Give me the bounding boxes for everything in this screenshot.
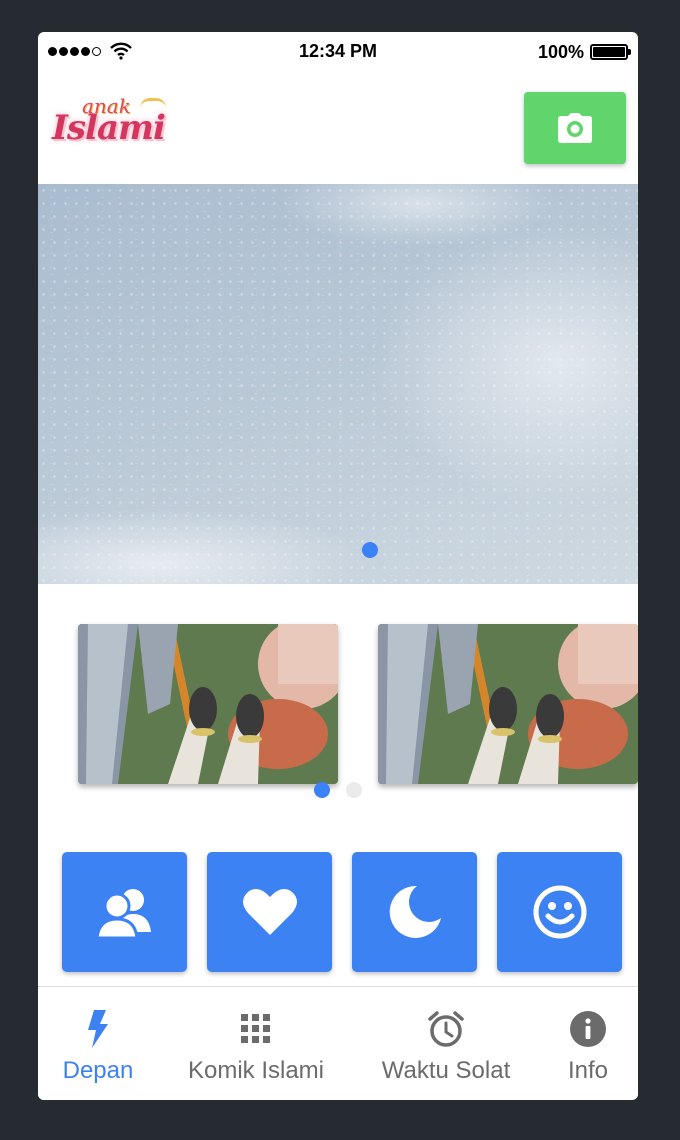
page-dot[interactable]: [346, 782, 362, 798]
camera-icon: [558, 113, 592, 143]
tab-waktu-solat[interactable]: Waktu Solat: [366, 987, 526, 1100]
moon-icon: [389, 885, 441, 938]
tab-depan-label: Depan: [62, 1057, 134, 1084]
hero-page-indicator: [362, 542, 378, 558]
tile-smiley[interactable]: [497, 852, 622, 972]
camera-button[interactable]: [524, 92, 626, 164]
tile-heart[interactable]: [207, 852, 332, 972]
page-dot-active[interactable]: [314, 782, 330, 798]
thumbnail-card[interactable]: [378, 624, 638, 784]
grid-icon: [236, 1009, 276, 1049]
tab-waktu-solat-label: Waktu Solat: [381, 1057, 511, 1084]
hero-banner[interactable]: [38, 184, 638, 584]
quick-actions: [38, 852, 638, 992]
tab-depan[interactable]: Depan: [48, 987, 148, 1100]
thumbnail-page-indicator: [314, 782, 362, 798]
thumbnail-carousel[interactable]: [38, 584, 638, 834]
heart-icon: [242, 888, 297, 935]
users-icon: [94, 889, 151, 938]
tile-users[interactable]: [62, 852, 187, 972]
feet-over-city-image: [78, 624, 338, 784]
app-header: anak Islami: [38, 72, 638, 184]
tab-info-label: Info: [567, 1057, 609, 1084]
battery-icon: [590, 44, 631, 60]
battery-percent: 100%: [537, 42, 584, 62]
lightning-icon: [78, 1009, 118, 1049]
tab-info[interactable]: Info: [548, 987, 628, 1100]
phone-screen: 12:34 PM 100% anak Islami Depan Komik Is…: [38, 32, 638, 1100]
feet-over-city-image: [378, 624, 638, 784]
thumbnail-card[interactable]: [78, 624, 338, 784]
smiley-icon: [533, 885, 586, 939]
status-bar: 12:34 PM 100%: [38, 32, 638, 72]
tab-komik-islami[interactable]: Komik Islami: [176, 987, 336, 1100]
alarm-clock-icon: [426, 1009, 466, 1049]
tile-moon[interactable]: [352, 852, 477, 972]
app-logo: anak Islami: [52, 94, 166, 148]
bottom-tab-bar: Depan Komik Islami Waktu Solat Info: [38, 986, 638, 1100]
tab-komik-islami-label: Komik Islami: [187, 1057, 325, 1084]
info-icon: [568, 1009, 608, 1049]
